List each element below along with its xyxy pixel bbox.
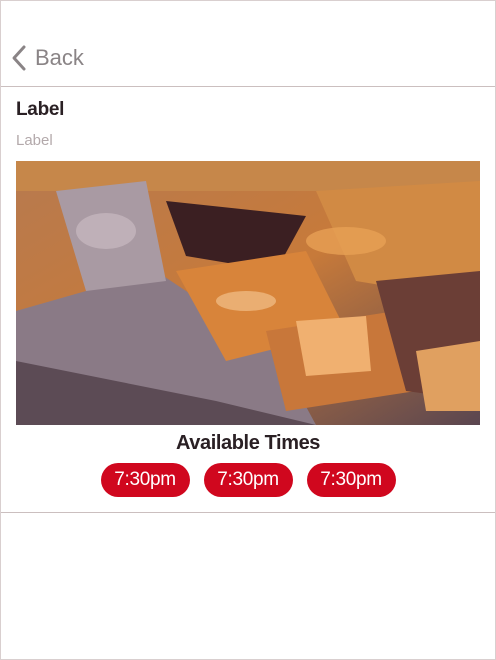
food-photo	[16, 161, 480, 425]
time-slot-button[interactable]: 7:30pm	[203, 463, 293, 497]
available-times-heading: Available Times	[175, 432, 321, 454]
card-title: Label	[16, 99, 65, 120]
card-subtitle: Label	[16, 132, 53, 149]
navigation-bar: Back	[1, 1, 495, 87]
chevron-left-icon	[11, 44, 27, 72]
back-label: Back	[35, 45, 84, 70]
app-screen: Back Label Label Available Times 7:30pm …	[0, 0, 496, 660]
back-button[interactable]: Back	[11, 41, 84, 75]
event-card: Label Label Available Times 7:30pm 7:30p…	[1, 87, 495, 513]
time-slot-button[interactable]: 7:30pm	[306, 463, 396, 497]
time-slot-list: 7:30pm 7:30pm 7:30pm	[1, 463, 495, 497]
time-slot-button[interactable]: 7:30pm	[100, 463, 190, 497]
